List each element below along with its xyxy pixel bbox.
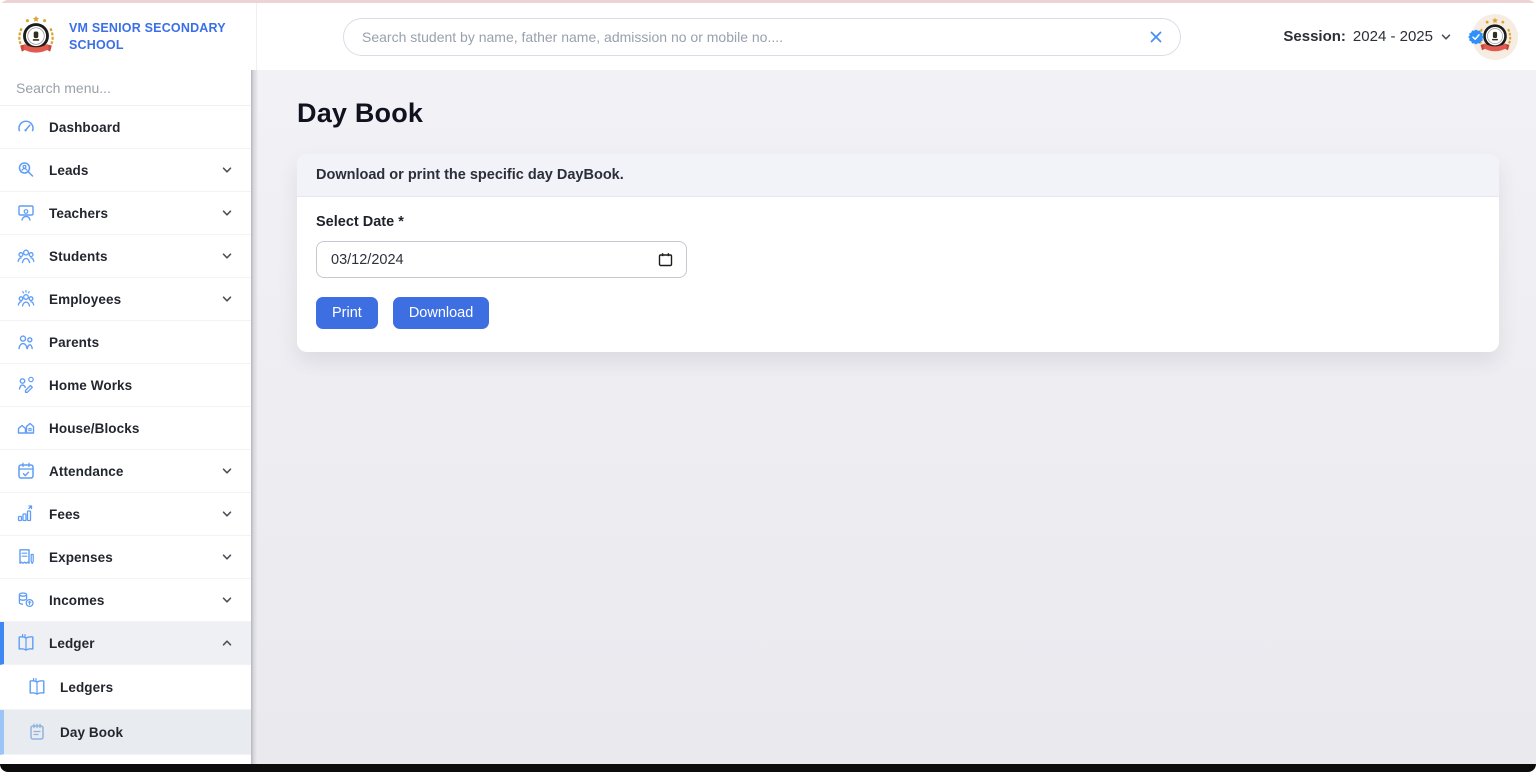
sidebar-scrollbar[interactable] (251, 70, 258, 764)
select-date-label: Select Date * (316, 214, 1480, 230)
sidebar-item-dashboard[interactable]: Dashboard (0, 106, 251, 149)
leads-icon (16, 160, 36, 180)
dashboard-icon (16, 117, 36, 137)
sidebar-item-students[interactable]: Students (0, 235, 251, 278)
main-content: Day Book Download or print the specific … (258, 70, 1536, 764)
teachers-icon (16, 203, 36, 223)
ledgers-icon (27, 677, 47, 697)
avatar[interactable] (1472, 14, 1518, 60)
sidebar-item-label: Fees (49, 507, 80, 522)
sidebar-item-label: House/Blocks (49, 421, 139, 436)
sidebar-search-input[interactable] (16, 80, 235, 96)
chevron-down-icon (221, 250, 233, 262)
app-body: Dashboard Leads Teachers (0, 70, 1536, 764)
sidebar-subitem-ledgers[interactable]: Ledgers (0, 665, 251, 710)
sidebar-item-label: Attendance (49, 464, 124, 479)
ledger-icon (16, 633, 36, 653)
homeworks-icon (16, 375, 36, 395)
chevron-down-icon (221, 465, 233, 477)
app-window: VM SENIOR SECONDARY SCHOOL Session: 2024… (0, 0, 1536, 772)
download-button[interactable]: Download (393, 297, 490, 329)
sidebar-item-label: Parents (49, 335, 99, 350)
close-icon[interactable] (1147, 28, 1165, 46)
employees-icon (16, 289, 36, 309)
topbar: VM SENIOR SECONDARY SCHOOL Session: 2024… (0, 3, 1536, 70)
sidebar-item-label: Ledgers (60, 680, 113, 695)
calendar-icon[interactable] (658, 252, 673, 267)
card-body: Select Date * 03/12/2024 Print Download (297, 197, 1499, 352)
sidebar-item-leads[interactable]: Leads (0, 149, 251, 192)
fees-icon (16, 504, 36, 524)
window-bottom-edge (0, 764, 1536, 772)
card-header: Download or print the specific day DayBo… (297, 154, 1499, 197)
sidebar-subitem-day-book[interactable]: Day Book (0, 710, 251, 755)
sidebar-item-label: Expenses (49, 550, 113, 565)
sidebar-item-label: Ledger (49, 636, 95, 651)
page-title: Day Book (297, 98, 1499, 129)
sidebar-item-label: Students (49, 249, 108, 264)
house-blocks-icon (16, 418, 36, 438)
chevron-down-icon (221, 594, 233, 606)
sidebar-item-label: Employees (49, 292, 121, 307)
global-search[interactable] (343, 18, 1181, 56)
sidebar-item-parents[interactable]: Parents (0, 321, 251, 364)
session-value: 2024 - 2025 (1353, 28, 1433, 45)
chevron-up-icon (221, 637, 233, 649)
global-search-wrap (257, 18, 1181, 56)
chevron-down-icon (221, 293, 233, 305)
chevron-down-icon (221, 207, 233, 219)
sidebar-item-expenses[interactable]: Expenses (0, 536, 251, 579)
sidebar-item-label: Home Works (49, 378, 132, 393)
daybook-card: Download or print the specific day DayBo… (297, 154, 1499, 352)
brand[interactable]: VM SENIOR SECONDARY SCHOOL (0, 3, 257, 70)
sidebar-item-label: Incomes (49, 593, 104, 608)
attendance-icon (16, 461, 36, 481)
date-input[interactable]: 03/12/2024 (316, 241, 687, 278)
sidebar-item-house-blocks[interactable]: House/Blocks (0, 407, 251, 450)
incomes-icon (16, 590, 36, 610)
school-logo-icon (13, 14, 59, 60)
sidebar-item-ledger[interactable]: Ledger (0, 622, 251, 665)
sidebar-item-label: Teachers (49, 206, 108, 221)
print-button[interactable]: Print (316, 297, 378, 329)
sidebar-item-teachers[interactable]: Teachers (0, 192, 251, 235)
sidebar-item-incomes[interactable]: Incomes (0, 579, 251, 622)
sidebar-item-employees[interactable]: Employees (0, 278, 251, 321)
sidebar: Dashboard Leads Teachers (0, 70, 251, 764)
date-value: 03/12/2024 (331, 252, 404, 268)
sidebar-item-label: Leads (49, 163, 89, 178)
global-search-input[interactable] (362, 29, 1147, 45)
expenses-icon (16, 547, 36, 567)
students-icon (16, 246, 36, 266)
session-label: Session: (1283, 28, 1346, 45)
chevron-down-icon (221, 508, 233, 520)
chevron-down-icon (1440, 31, 1452, 43)
verified-badge-icon (1468, 29, 1484, 45)
parents-icon (16, 332, 36, 352)
sidebar-item-attendance[interactable]: Attendance (0, 450, 251, 493)
school-name: VM SENIOR SECONDARY SCHOOL (69, 20, 229, 53)
daybook-icon (27, 722, 47, 742)
sidebar-item-label: Day Book (60, 725, 123, 740)
button-row: Print Download (316, 297, 1480, 329)
sidebar-item-home-works[interactable]: Home Works (0, 364, 251, 407)
sidebar-item-fees[interactable]: Fees (0, 493, 251, 536)
session-selector[interactable]: Session: 2024 - 2025 (1283, 28, 1452, 45)
sidebar-item-label: Dashboard (49, 120, 120, 135)
chevron-down-icon (221, 164, 233, 176)
sidebar-search[interactable] (0, 70, 251, 106)
chevron-down-icon (221, 551, 233, 563)
